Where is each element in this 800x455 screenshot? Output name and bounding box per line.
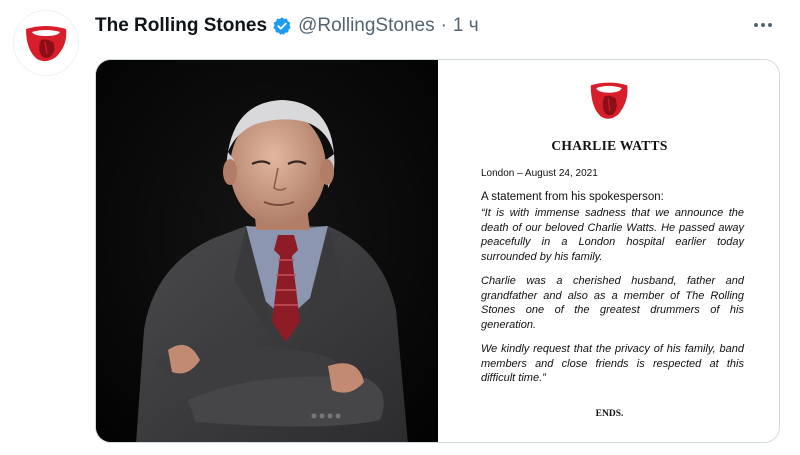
user-handle[interactable]: @RollingStones bbox=[298, 15, 435, 37]
timestamp[interactable]: 1 ч bbox=[453, 15, 479, 37]
avatar[interactable] bbox=[13, 10, 79, 76]
charlie-watts-portrait-image bbox=[96, 60, 438, 442]
statement-paragraph: “It is with immense sadness that we anno… bbox=[481, 207, 744, 263]
statement-paragraph: Charlie was a cherished husband, father … bbox=[481, 275, 744, 331]
portrait-photo[interactable] bbox=[96, 60, 438, 442]
statement-lead: A statement from his spokesperson: bbox=[481, 191, 664, 203]
rolling-stones-logo-icon bbox=[590, 82, 628, 119]
display-name[interactable]: The Rolling Stones bbox=[95, 15, 267, 37]
more-horizontal-icon bbox=[754, 23, 772, 27]
press-statement[interactable]: CHARLIE WATTS London – August 24, 2021 A… bbox=[438, 60, 779, 442]
tweet-header: The Rolling Stones @RollingStones · 1 ч bbox=[95, 12, 479, 40]
statement-paragraph: We kindly request that the privacy of hi… bbox=[481, 343, 744, 384]
tweet-media[interactable]: CHARLIE WATTS London – August 24, 2021 A… bbox=[95, 59, 780, 443]
rolling-stones-logo-icon bbox=[26, 26, 67, 62]
more-options-button[interactable] bbox=[748, 10, 778, 40]
verified-badge-icon bbox=[272, 16, 292, 36]
separator-dot: · bbox=[440, 15, 447, 36]
statement-title: CHARLIE WATTS bbox=[551, 138, 668, 153]
statement-date: London – August 24, 2021 bbox=[481, 168, 598, 179]
statement-ends: ENDS. bbox=[595, 409, 624, 419]
